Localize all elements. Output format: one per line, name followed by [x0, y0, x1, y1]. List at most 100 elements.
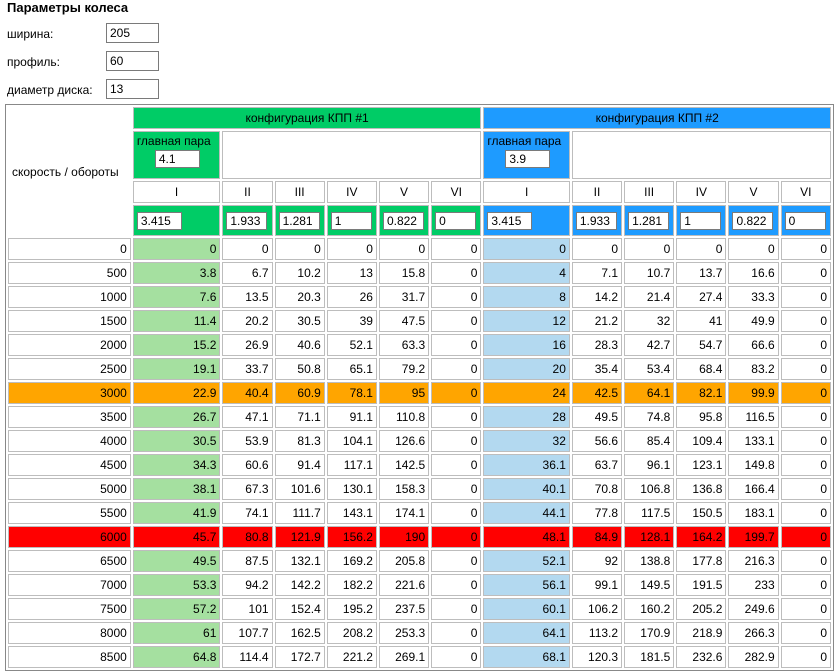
config1-main-pair-spacer [222, 131, 482, 179]
speed-cell: 136.8 [676, 478, 727, 500]
speed-cell: 49.5 [132, 550, 221, 572]
speed-cell: 47.1 [222, 406, 273, 428]
config1-gear-ratio-input-4[interactable] [330, 211, 372, 230]
speed-cell: 114.4 [222, 646, 273, 668]
speed-cell: 68.1 [483, 646, 570, 668]
speed-cell: 0 [780, 334, 831, 356]
config2-gear-ratio-input-6[interactable] [784, 211, 826, 230]
config1-gear-header-1: I [132, 181, 221, 203]
config2-ratio-cell-3 [624, 205, 675, 236]
rpm-cell: 2000 [8, 334, 131, 356]
speed-cell: 14.2 [571, 286, 623, 308]
speed-cell: 30.5 [274, 310, 325, 332]
speed-cell: 117.5 [624, 502, 675, 524]
speed-cell: 40.1 [483, 478, 570, 500]
rpm-cell: 8000 [8, 622, 131, 644]
config2-gear-ratio-input-1[interactable] [487, 211, 533, 230]
speed-cell: 0 [431, 334, 482, 356]
speed-cell: 66.6 [728, 334, 779, 356]
speed-cell: 47.5 [378, 310, 430, 332]
speed-cell: 15.8 [378, 262, 430, 284]
table-row: 8500 64.8 114.4 172.7 221.2 269.1 0 68.1 120.3 18… [8, 646, 831, 668]
speed-cell: 7.6 [132, 286, 221, 308]
config1-ratio-cell-1 [132, 205, 221, 236]
speed-cell: 35.4 [571, 358, 623, 380]
speed-cell: 282.9 [728, 646, 779, 668]
speed-cell: 106.2 [571, 598, 623, 620]
speed-cell: 63.3 [378, 334, 430, 356]
rpm-cell: 1000 [8, 286, 131, 308]
speed-cell: 0 [780, 262, 831, 284]
speed-cell: 84.9 [571, 526, 623, 548]
speed-cell: 221.6 [378, 574, 430, 596]
speed-cell: 49.9 [728, 310, 779, 332]
speed-cell: 0 [780, 598, 831, 620]
speed-cell: 12 [483, 310, 570, 332]
rpm-cell: 3500 [8, 406, 131, 428]
config1-main-pair-input[interactable] [154, 150, 200, 168]
speed-cell: 13.7 [676, 262, 727, 284]
speed-cell: 0 [780, 430, 831, 452]
speed-cell: 218.9 [676, 622, 727, 644]
speed-cell: 106.8 [624, 478, 675, 500]
speed-cell: 0 [431, 598, 482, 620]
speed-cell: 0 [780, 622, 831, 644]
config1-gear-ratio-input-1[interactable] [136, 211, 182, 230]
config1-ratio-cell-6 [431, 205, 482, 236]
width-input[interactable] [106, 23, 159, 43]
table-row: 4000 30.5 53.9 81.3 104.1 126.6 0 32 56.6 85.4 109… [8, 430, 831, 452]
speed-cell: 24 [483, 382, 570, 404]
speed-cell: 52.1 [326, 334, 377, 356]
speed-cell: 0 [780, 238, 831, 260]
config2-ratio-cell-2 [571, 205, 623, 236]
speed-cell: 123.1 [676, 454, 727, 476]
speed-cell: 0 [326, 238, 377, 260]
speed-cell: 26.9 [222, 334, 273, 356]
rpm-cell: 8500 [8, 646, 131, 668]
speed-cell: 63.7 [571, 454, 623, 476]
rpm-cell: 5000 [8, 478, 131, 500]
table-row: 8000 61 107.7 162.5 208.2 253.3 0 64.1 113.2 170.… [8, 622, 831, 644]
speed-cell: 64.1 [624, 382, 675, 404]
config2-ratio-cell-4 [676, 205, 727, 236]
speed-cell: 0 [431, 526, 482, 548]
speed-cell: 91.4 [274, 454, 325, 476]
config1-ratio-cell-5 [378, 205, 430, 236]
config1-gear-header-5: V [378, 181, 430, 203]
config2-gear-header-3: III [624, 181, 675, 203]
config1-gear-ratio-input-3[interactable] [278, 211, 320, 230]
speed-cell: 13 [326, 262, 377, 284]
config2-gear-header-2: II [571, 181, 623, 203]
speed-cell: 0 [431, 622, 482, 644]
diameter-input[interactable] [106, 79, 159, 99]
config2-gear-ratio-input-2[interactable] [575, 211, 617, 230]
config2-gear-ratio-input-3[interactable] [628, 211, 670, 230]
speed-cell: 79.2 [378, 358, 430, 380]
speed-cell: 0 [431, 262, 482, 284]
table-row: 0000000000000 [8, 238, 831, 260]
profile-label: профиль: [7, 55, 61, 69]
speed-cell: 60.9 [274, 382, 325, 404]
speed-cell: 172.7 [274, 646, 325, 668]
speed-cell: 111.7 [274, 502, 325, 524]
speed-cell: 0 [780, 574, 831, 596]
config2-title: конфигурация КПП #2 [483, 107, 831, 129]
speed-cell: 0 [222, 238, 273, 260]
config2-gear-ratio-input-4[interactable] [680, 211, 722, 230]
speed-cell: 0 [780, 382, 831, 404]
config1-gear-ratio-input-6[interactable] [435, 211, 477, 230]
speed-cell: 26.7 [132, 406, 221, 428]
config1-gear-ratio-input-5[interactable] [382, 211, 424, 230]
width-label: ширина: [7, 27, 54, 41]
speed-cell: 205.8 [378, 550, 430, 572]
speed-cell: 61 [132, 622, 221, 644]
config2-gear-ratio-input-5[interactable] [732, 211, 774, 230]
config1-gear-ratio-input-2[interactable] [226, 211, 268, 230]
speed-cell: 0 [431, 478, 482, 500]
speed-cell: 10.7 [624, 262, 675, 284]
config2-main-pair-input[interactable] [505, 150, 551, 168]
config1-ratio-cell-3 [274, 205, 325, 236]
speed-cell: 0 [431, 574, 482, 596]
speed-cell: 0 [431, 550, 482, 572]
profile-input[interactable] [106, 51, 159, 71]
